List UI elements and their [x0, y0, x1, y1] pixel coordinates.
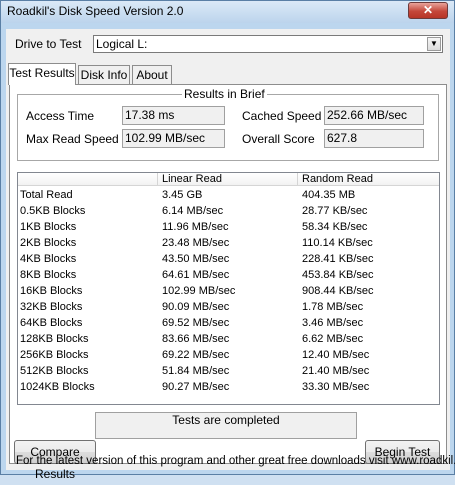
access-time-label: Access Time — [26, 109, 95, 123]
table-body: Total Read 3.45 GB 404.35 MB 0.5KB Blocks 6.… — [18, 187, 439, 395]
random-read-cell: 110.14 KB/sec — [302, 237, 373, 249]
row-label-cell: 1024KB Blocks — [20, 381, 95, 393]
linear-read-cell: 83.66 MB/sec — [162, 333, 230, 345]
row-label-cell: 32KB Blocks — [20, 301, 83, 313]
row-label-cell: 1KB Blocks — [20, 221, 77, 233]
table-row[interactable]: 8KB Blocks 64.61 MB/sec 453.84 KB/sec — [18, 267, 439, 283]
results-in-brief-group: Results in Brief Access Time 17.38 ms Ma… — [17, 87, 439, 161]
linear-read-cell: 69.52 MB/sec — [162, 317, 230, 329]
test-results-panel: Results in Brief Access Time 17.38 ms Ma… — [9, 84, 447, 481]
chevron-down-icon[interactable]: ▼ — [427, 37, 441, 51]
row-label-cell: Total Read — [20, 189, 73, 201]
table-row[interactable]: 512KB Blocks 51.84 MB/sec 21.40 MB/sec — [18, 363, 439, 379]
random-read-cell: 228.41 KB/sec — [302, 253, 374, 265]
linear-read-cell: 51.84 MB/sec — [162, 365, 230, 377]
linear-read-cell: 6.14 MB/sec — [162, 205, 224, 217]
overall-score-value: 627.8 — [324, 129, 424, 148]
column-header-linear-read[interactable]: Linear Read — [158, 173, 298, 186]
linear-read-cell: 90.09 MB/sec — [162, 301, 230, 313]
random-read-cell: 12.40 MB/sec — [302, 349, 370, 361]
title-bar[interactable]: Roadkil's Disk Speed Version 2.0 ✕ — [1, 1, 454, 23]
row-label-cell: 256KB Blocks — [20, 349, 89, 361]
drive-select-value: Logical L: — [96, 37, 148, 51]
random-read-cell: 453.84 KB/sec — [302, 269, 374, 281]
random-read-cell: 28.77 KB/sec — [302, 205, 368, 217]
row-label-cell: 4KB Blocks — [20, 253, 77, 265]
row-label-cell: 64KB Blocks — [20, 317, 83, 329]
table-row[interactable]: 32KB Blocks 90.09 MB/sec 1.78 MB/sec — [18, 299, 439, 315]
tab-test-results[interactable]: Test Results — [8, 63, 76, 85]
random-read-cell: 1.78 MB/sec — [302, 301, 364, 313]
linear-read-cell: 64.61 MB/sec — [162, 269, 230, 281]
random-read-cell: 3.46 MB/sec — [302, 317, 364, 329]
table-row[interactable]: 4KB Blocks 43.50 MB/sec 228.41 KB/sec — [18, 251, 439, 267]
table-row[interactable]: 64KB Blocks 69.52 MB/sec 3.46 MB/sec — [18, 315, 439, 331]
table-row[interactable]: 2KB Blocks 23.48 MB/sec 110.14 KB/sec — [18, 235, 439, 251]
client-area: Drive to Test Logical L: ▼ Test Results … — [6, 29, 455, 481]
cached-speed-label: Cached Speed — [242, 109, 322, 123]
table-row[interactable]: 0.5KB Blocks 6.14 MB/sec 28.77 KB/sec — [18, 203, 439, 219]
table-row[interactable]: Total Read 3.45 GB 404.35 MB — [18, 187, 439, 203]
row-label-cell: 8KB Blocks — [20, 269, 77, 281]
max-read-value: 102.99 MB/sec — [122, 129, 225, 148]
tab-label: About — [136, 68, 168, 82]
row-label-cell: 0.5KB Blocks — [20, 205, 86, 217]
random-read-cell: 21.40 MB/sec — [302, 365, 370, 377]
random-read-cell: 908.44 KB/sec — [302, 285, 374, 297]
column-header-random-read[interactable]: Random Read — [298, 173, 439, 186]
window-title: Roadkil's Disk Speed Version 2.0 — [7, 4, 184, 18]
tab-disk-info[interactable]: Disk Info — [78, 65, 130, 85]
linear-read-cell: 11.96 MB/sec — [162, 221, 229, 233]
group-title: Results in Brief — [182, 87, 267, 101]
random-read-cell: 404.35 MB — [302, 189, 356, 201]
footer-text: For the latest version of this program a… — [16, 455, 455, 467]
random-read-cell: 33.30 MB/sec — [302, 381, 370, 393]
row-label-cell: 512KB Blocks — [20, 365, 89, 377]
status-box: Tests are completed — [95, 412, 357, 439]
tab-about[interactable]: About — [132, 65, 172, 85]
column-header[interactable] — [18, 173, 158, 186]
drive-label: Drive to Test — [15, 37, 82, 51]
row-label-cell: 2KB Blocks — [20, 237, 77, 249]
linear-read-cell: 3.45 GB — [162, 189, 203, 201]
tab-label: Test Results — [9, 66, 75, 80]
linear-read-cell: 23.48 MB/sec — [162, 237, 230, 249]
close-button[interactable]: ✕ — [408, 2, 448, 19]
cached-speed-value: 252.66 MB/sec — [324, 106, 424, 125]
overall-score-label: Overall Score — [242, 132, 315, 146]
app-window: Roadkil's Disk Speed Version 2.0 ✕ Drive… — [0, 0, 455, 481]
linear-read-cell: 43.50 MB/sec — [162, 253, 230, 265]
row-label-cell: 16KB Blocks — [20, 285, 83, 297]
table-row[interactable]: 256KB Blocks 69.22 MB/sec 12.40 MB/sec — [18, 347, 439, 363]
table-row[interactable]: 1024KB Blocks 90.27 MB/sec 33.30 MB/sec — [18, 379, 439, 395]
table-row[interactable]: 128KB Blocks 83.66 MB/sec 6.62 MB/sec — [18, 331, 439, 347]
max-read-label: Max Read Speed — [26, 132, 119, 146]
table-header: Linear Read Random Read — [18, 173, 439, 186]
random-read-cell: 6.62 MB/sec — [302, 333, 364, 345]
access-time-value: 17.38 ms — [122, 106, 225, 125]
random-read-cell: 58.34 KB/sec — [302, 221, 368, 233]
drive-select[interactable]: Logical L: ▼ — [93, 35, 443, 53]
close-icon: ✕ — [422, 3, 434, 17]
linear-read-cell: 69.22 MB/sec — [162, 349, 230, 361]
tab-label: Disk Info — [80, 68, 128, 82]
table-row[interactable]: 1KB Blocks 11.96 MB/sec 58.34 KB/sec — [18, 219, 439, 235]
results-table[interactable]: Linear Read Random Read Total Read 3.45 G… — [17, 172, 440, 405]
status-text: Tests are completed — [172, 413, 280, 427]
linear-read-cell: 90.27 MB/sec — [162, 381, 230, 393]
linear-read-cell: 102.99 MB/sec — [162, 285, 236, 297]
table-row[interactable]: 16KB Blocks 102.99 MB/sec 908.44 KB/sec — [18, 283, 439, 299]
row-label-cell: 128KB Blocks — [20, 333, 89, 345]
